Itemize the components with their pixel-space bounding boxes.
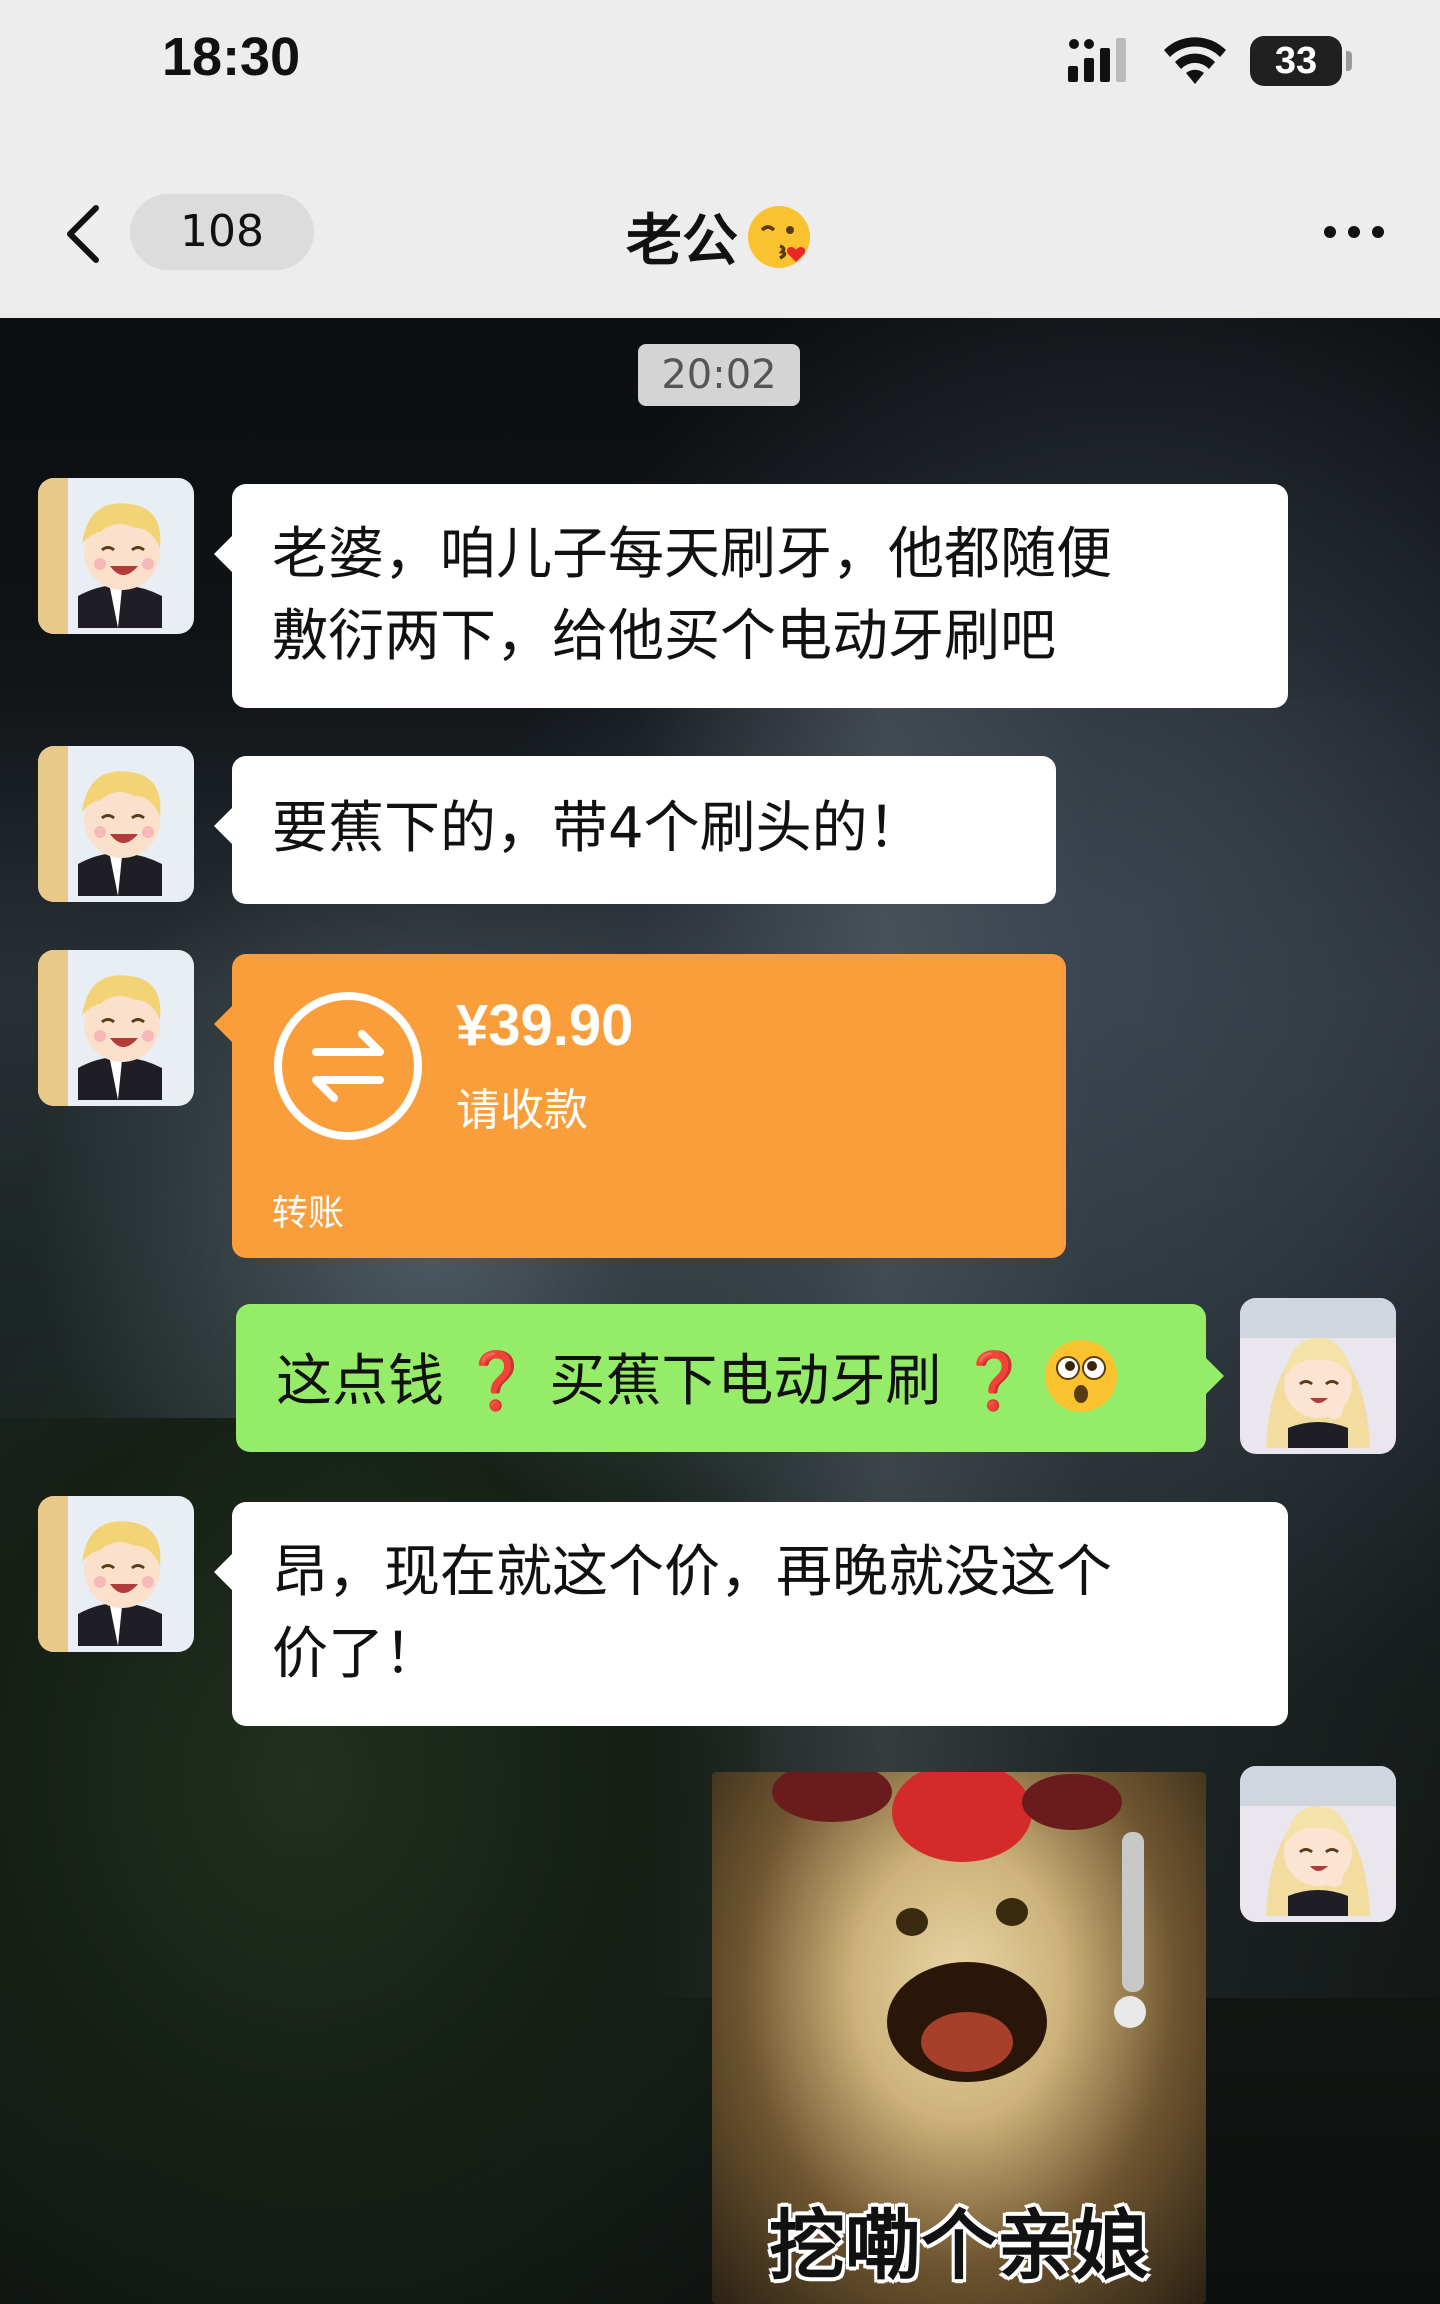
- transfer-status: 请收款: [456, 1085, 588, 1136]
- battery-icon: 33: [1250, 36, 1352, 86]
- battery-level: 33: [1274, 40, 1318, 82]
- transfer-arrows-icon: [274, 992, 422, 1140]
- message-text-line: 敷衍两下，给他买个电动牙刷吧: [272, 604, 1056, 669]
- chat-header: 108 老公: [0, 140, 1440, 318]
- my-avatar[interactable]: [1240, 1298, 1396, 1454]
- chat-title: 老公: [0, 196, 1440, 277]
- transfer-amount: ¥39.90: [456, 993, 634, 1058]
- question-mark-emoji: ❓: [461, 1349, 532, 1414]
- message-text-line: 老婆，咱儿子每天刷牙，他都随便: [272, 522, 1112, 587]
- message-text-line: 要蕉下的，带4个刷头的！: [272, 796, 924, 861]
- message-bubble[interactable]: 要蕉下的，带4个刷头的！: [214, 756, 1056, 904]
- husband-avatar[interactable]: [38, 478, 194, 634]
- flushed-face-emoji: [1044, 1340, 1117, 1412]
- my-avatar[interactable]: [1240, 1766, 1396, 1922]
- husband-avatar[interactable]: [38, 950, 194, 1106]
- signal-icon: [1068, 38, 1126, 82]
- message-bubble[interactable]: 这点钱 ❓ 买蕉下电动牙刷 ❓: [236, 1304, 1224, 1452]
- husband-avatar[interactable]: [38, 746, 194, 902]
- wifi-icon: [1164, 37, 1226, 84]
- status-bar: 18:30 33: [0, 0, 1440, 140]
- message-text: 这点钱: [276, 1349, 444, 1414]
- transfer-card[interactable]: ¥39.90 请收款 转账: [214, 954, 1066, 1258]
- question-mark-emoji: ❓: [959, 1349, 1029, 1414]
- message-timestamp: 20:02: [638, 344, 800, 406]
- chat-title-text: 老公: [626, 209, 738, 274]
- sticker-caption: 挖嘞个亲娘: [769, 2201, 1149, 2290]
- status-time: 18:30: [162, 27, 301, 87]
- message-bubble[interactable]: 老婆，咱儿子每天刷牙，他都随便 敷衍两下，给他买个电动牙刷吧: [214, 484, 1288, 708]
- husband-avatar[interactable]: [38, 1496, 194, 1652]
- message-bubble[interactable]: 昂，现在就这个价，再晚就没这个 价了！: [214, 1502, 1288, 1726]
- more-dots-icon[interactable]: [1322, 222, 1386, 242]
- sticker-message[interactable]: 挖嘞个亲娘: [712, 1772, 1206, 2304]
- transfer-label: 转账: [272, 1193, 345, 1234]
- message-text-line: 价了！: [272, 1622, 440, 1687]
- message-list[interactable]: 20:02 老婆，咱儿子每天刷牙，他都随便 敷衍两下，给他买个电动牙刷吧 要蕉下…: [0, 318, 1440, 2304]
- message-text: 买蕉下电动牙刷: [549, 1349, 942, 1414]
- message-text-line: 昂，现在就这个价，再晚就没这个: [272, 1540, 1112, 1605]
- kissing-face-emoji: [748, 206, 810, 268]
